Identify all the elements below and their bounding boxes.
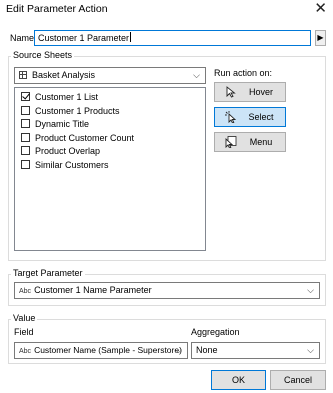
text-caret <box>130 32 132 42</box>
sheet-item-label: Product Overlap <box>35 146 101 156</box>
chevron-down-icon: ⌵ <box>175 345 182 355</box>
insert-menu-button[interactable]: ▶ <box>315 30 326 46</box>
name-input-value: Customer 1 Parameter <box>38 33 130 43</box>
target-parameter-dropdown[interactable]: Abc Customer 1 Name Parameter ⌵ <box>14 282 320 299</box>
checkbox[interactable] <box>21 119 30 128</box>
click-pointer-icon <box>225 111 237 123</box>
name-input[interactable]: Customer 1 Parameter <box>34 30 311 46</box>
dashboard-icon <box>19 71 27 79</box>
cancel-button[interactable]: Cancel <box>270 370 326 390</box>
checkbox[interactable] <box>21 146 30 155</box>
menu-pointer-icon <box>225 136 237 148</box>
sheet-item-label: Similar Customers <box>35 160 109 170</box>
run-action-label: Run action on: <box>214 68 273 78</box>
sheet-item-customer-1-products[interactable]: Customer 1 Products <box>21 105 120 118</box>
menu-button-label: Menu <box>249 137 273 147</box>
ok-button[interactable]: OK <box>211 370 266 390</box>
checkbox-checked[interactable] <box>21 92 30 101</box>
source-sheets-label: Source Sheets <box>11 50 75 60</box>
target-parameter-value: Customer 1 Name Parameter <box>34 285 152 295</box>
chevron-down-icon: ⌵ <box>193 70 200 80</box>
sheet-item-customer-1-list[interactable]: Customer 1 List <box>21 91 98 104</box>
sheet-item-similar-customers[interactable]: Similar Customers <box>21 159 109 172</box>
hover-button-label: Hover <box>248 87 273 97</box>
dialog-title: Edit Parameter Action <box>6 3 108 15</box>
dashboard-dropdown[interactable]: Basket Analysis ⌵ <box>14 67 206 84</box>
field-dropdown[interactable]: Abc Customer Name (Sample - Superstore) ⌵ <box>14 342 188 359</box>
pointer-icon <box>226 86 236 98</box>
checkbox[interactable] <box>21 106 30 115</box>
aggregation-dropdown[interactable]: None ⌵ <box>191 342 320 359</box>
aggregation-dropdown-value: None <box>196 345 218 355</box>
sheet-item-label: Customer 1 List <box>35 92 99 102</box>
sheets-list[interactable]: Customer 1 List Customer 1 Products Dyna… <box>14 87 206 251</box>
value-label: Value <box>11 313 38 323</box>
aggregation-label: Aggregation <box>191 327 240 337</box>
name-label: Name: <box>10 33 37 43</box>
sheet-item-product-overlap[interactable]: Product Overlap <box>21 145 100 158</box>
dashboard-dropdown-value: Basket Analysis <box>32 70 96 80</box>
field-dropdown-value: Customer Name (Sample - Superstore) <box>34 345 182 355</box>
chevron-down-icon: ⌵ <box>307 345 314 355</box>
sheet-item-label: Customer 1 Products <box>35 106 120 116</box>
select-button-label: Select <box>248 112 274 122</box>
triangle-right-icon: ▶ <box>317 33 324 42</box>
hover-button[interactable]: Hover <box>214 82 286 102</box>
close-icon[interactable]: ✕ <box>314 0 327 18</box>
string-type-icon: Abc <box>19 288 32 295</box>
select-button[interactable]: Select <box>214 107 286 127</box>
string-type-icon: Abc <box>19 348 32 355</box>
checkbox[interactable] <box>21 133 30 142</box>
target-parameter-label: Target Parameter <box>11 268 85 278</box>
field-label: Field <box>14 327 34 337</box>
chevron-down-icon: ⌵ <box>307 285 314 295</box>
menu-button[interactable]: Menu <box>214 132 286 152</box>
sheet-item-label: Product Customer Count <box>35 133 135 143</box>
sheet-item-label: Dynamic Title <box>35 119 90 129</box>
sheet-item-product-customer-count[interactable]: Product Customer Count <box>21 132 134 145</box>
sheet-item-dynamic-title[interactable]: Dynamic Title <box>21 118 89 131</box>
checkbox[interactable] <box>21 160 30 169</box>
